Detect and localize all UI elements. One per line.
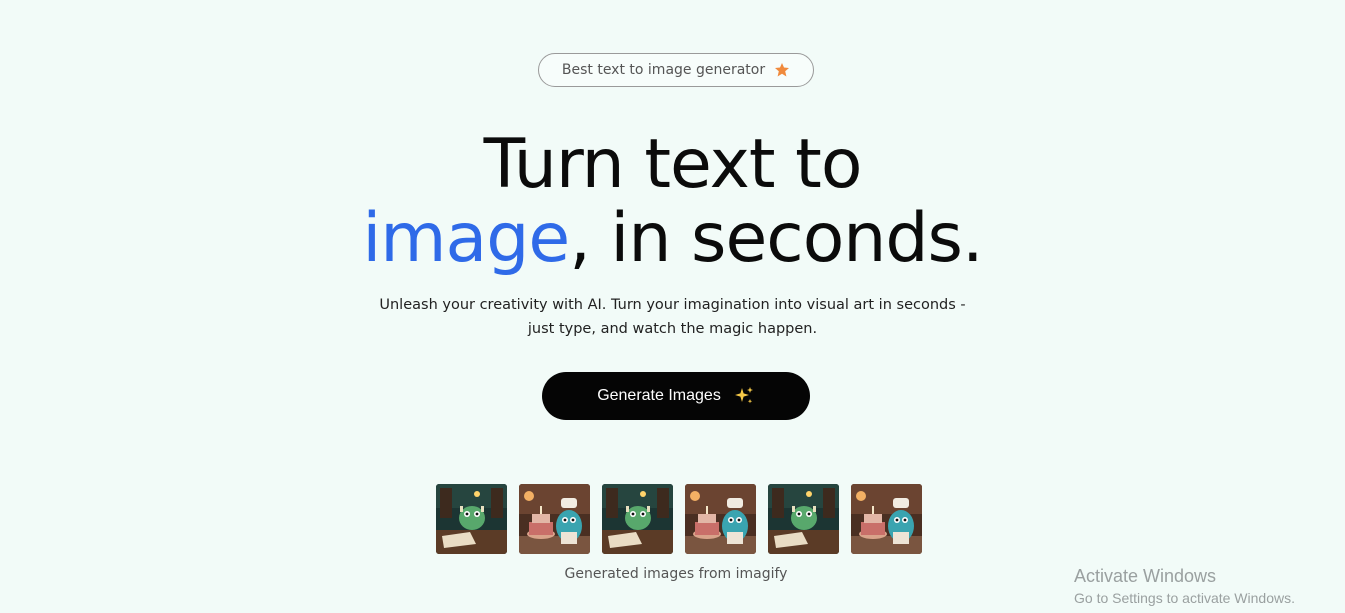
hero-headline: Turn text to image, in seconds. — [0, 128, 1345, 276]
sparkle-icon — [733, 385, 755, 407]
generated-image-thumbnail[interactable] — [602, 484, 673, 554]
generated-image-thumbnail[interactable] — [851, 484, 922, 554]
badge-label: Best text to image generator — [561, 62, 766, 78]
headline-accent-word: image — [362, 199, 570, 278]
watermark-subtitle: Go to Settings to activate Windows. — [1074, 590, 1295, 606]
subtitle-line1: Unleash your creativity with AI. Turn yo… — [379, 297, 966, 313]
watermark-title: Activate Windows — [1074, 566, 1217, 586]
hero-subtitle: Unleash your creativity with AI. Turn yo… — [0, 293, 1345, 341]
generate-images-label: Generate Images — [597, 387, 721, 404]
tagline-badge: Best text to image generator — [538, 53, 814, 87]
generated-image-thumbnail[interactable] — [436, 484, 507, 554]
generate-images-button[interactable]: Generate Images — [542, 372, 810, 420]
generated-image-thumbnail[interactable] — [768, 484, 839, 554]
landing-page: Best text to image generator Turn text t… — [0, 0, 1345, 613]
generated-image-thumbnail[interactable] — [685, 484, 756, 554]
generated-image-thumbnail[interactable] — [519, 484, 590, 554]
headline-line2-rest: , in seconds. — [569, 199, 983, 278]
subtitle-line2: just type, and watch the magic happen. — [527, 321, 818, 337]
windows-activation-watermark: Activate Windows Go to Settings to activ… — [1074, 565, 1295, 608]
star-icon — [774, 62, 790, 78]
headline-line1: Turn text to — [483, 125, 863, 204]
generated-images-gallery — [436, 484, 922, 554]
